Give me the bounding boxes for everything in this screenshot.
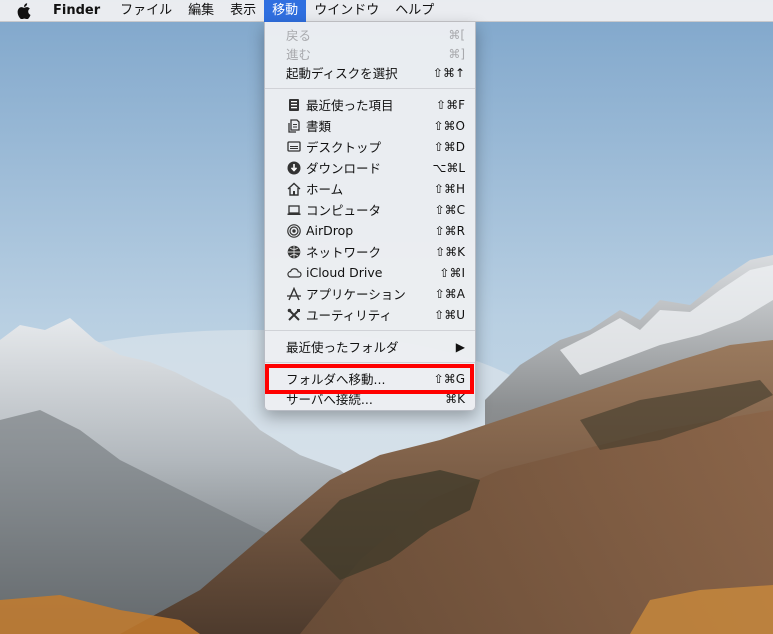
menu-item-shortcut: ⇧⌘R [434, 223, 465, 238]
menu-separator [265, 362, 475, 363]
menu-item-computer[interactable]: コンピュータ ⇧⌘C [265, 199, 475, 220]
menu-item-downloads[interactable]: ダウンロード ⌥⌘L [265, 157, 475, 178]
menu-item-label: ダウンロード [306, 161, 382, 176]
menu-item-shortcut: ⇧⌘G [433, 371, 465, 386]
menu-separator [265, 88, 475, 89]
menu-item-airdrop[interactable]: AirDrop ⇧⌘R [265, 220, 475, 241]
computer-icon [286, 202, 302, 218]
menu-item-recents[interactable]: 最近使った項目 ⇧⌘F [265, 94, 475, 115]
airdrop-icon [286, 223, 302, 239]
home-icon [286, 181, 302, 197]
menu-item-recent-folders[interactable]: 最近使ったフォルダ ▶ [265, 336, 475, 357]
menu-item-shortcut: ⌥⌘L [432, 160, 465, 175]
menu-item-shortcut: ⇧⌘↑ [432, 65, 465, 80]
menu-item-connect-to-server[interactable]: サーバへ接続... ⌘K [265, 388, 475, 409]
menu-item-label: 書類 [306, 119, 332, 134]
menu-item-shortcut: ⌘[ [448, 27, 465, 42]
menubar-view[interactable]: 表示 [222, 0, 264, 22]
menu-item-network[interactable]: ネットワーク ⇧⌘K [265, 241, 475, 262]
menubar-app-finder[interactable]: Finder [45, 0, 108, 22]
menu-item-shortcut: ⇧⌘I [439, 265, 465, 280]
menu-item-label: アプリケーション [306, 287, 406, 302]
menu-separator [265, 330, 475, 331]
menu-item-label: 戻る [286, 28, 312, 43]
menu-item-shortcut: ⇧⌘C [434, 202, 465, 217]
menu-item-label: サーバへ接続... [286, 392, 373, 407]
network-icon [286, 244, 302, 260]
menu-item-utilities[interactable]: ユーティリティ ⇧⌘U [265, 304, 475, 325]
applications-icon [286, 286, 302, 302]
menu-item-label: コンピュータ [306, 203, 382, 218]
menubar-help[interactable]: ヘルプ [387, 0, 442, 22]
menu-item-back[interactable]: 戻る ⌘[ [265, 24, 475, 45]
apple-menu[interactable] [15, 2, 33, 20]
menu-item-label: デスクトップ [306, 140, 382, 155]
menu-item-shortcut: ⇧⌘O [433, 118, 466, 133]
menu-item-home[interactable]: ホーム ⇧⌘H [265, 178, 475, 199]
menu-item-label: 最近使ったフォルダ [286, 340, 399, 355]
menu-item-startup-disk[interactable]: 起動ディスクを選択 ⇧⌘↑ [265, 62, 475, 83]
menu-item-label: 起動ディスクを選択 [286, 66, 398, 81]
menu-item-label: ユーティリティ [306, 308, 393, 323]
menu-item-label: 最近使った項目 [306, 98, 394, 113]
menubar-go[interactable]: 移動 [264, 0, 307, 22]
go-menu-dropdown: 戻る ⌘[ 進む ⌘] 起動ディスクを選択 ⇧⌘↑ 最近使った項目 ⇧⌘F 書類… [264, 22, 476, 411]
menu-item-shortcut: ⇧⌘U [434, 307, 465, 322]
menu-item-shortcut: ⌘] [448, 46, 465, 61]
icloud-icon [286, 265, 302, 281]
menu-item-shortcut: ⇧⌘F [436, 97, 465, 112]
desktop-icon [286, 139, 302, 155]
menu-item-shortcut: ⇧⌘A [434, 286, 465, 301]
menu-item-shortcut: ⇧⌘K [435, 244, 465, 259]
downloads-icon [286, 160, 302, 176]
menu-item-icloud-drive[interactable]: iCloud Drive ⇧⌘I [265, 262, 475, 283]
documents-icon [286, 118, 302, 134]
utilities-icon [286, 307, 302, 323]
menu-item-documents[interactable]: 書類 ⇧⌘O [265, 115, 475, 136]
menu-item-label: ネットワーク [306, 245, 382, 260]
menu-item-label: iCloud Drive [306, 265, 383, 280]
submenu-arrow-icon: ▶ [455, 339, 465, 354]
menu-item-label: 進む [286, 47, 312, 62]
menu-item-applications[interactable]: アプリケーション ⇧⌘A [265, 283, 475, 304]
recents-icon [286, 97, 302, 113]
menu-item-shortcut: ⇧⌘D [433, 139, 465, 154]
menu-item-shortcut: ⌘K [445, 391, 465, 406]
apple-icon [17, 2, 31, 19]
menu-item-label: AirDrop [306, 223, 354, 238]
menu-item-label: フォルダへ移動... [286, 372, 386, 387]
menubar-file[interactable]: ファイル [112, 0, 180, 22]
menu-item-go-to-folder[interactable]: フォルダへ移動... ⇧⌘G [265, 368, 475, 389]
menu-bar: Finder ファイル 編集 表示 移動 ウインドウ ヘルプ [0, 0, 773, 22]
menu-item-label: ホーム [306, 182, 344, 197]
menu-item-forward[interactable]: 進む ⌘] [265, 43, 475, 64]
menubar-edit[interactable]: 編集 [180, 0, 222, 22]
menu-item-desktop[interactable]: デスクトップ ⇧⌘D [265, 136, 475, 157]
menubar-window[interactable]: ウインドウ [306, 0, 387, 22]
menu-item-shortcut: ⇧⌘H [433, 181, 465, 196]
